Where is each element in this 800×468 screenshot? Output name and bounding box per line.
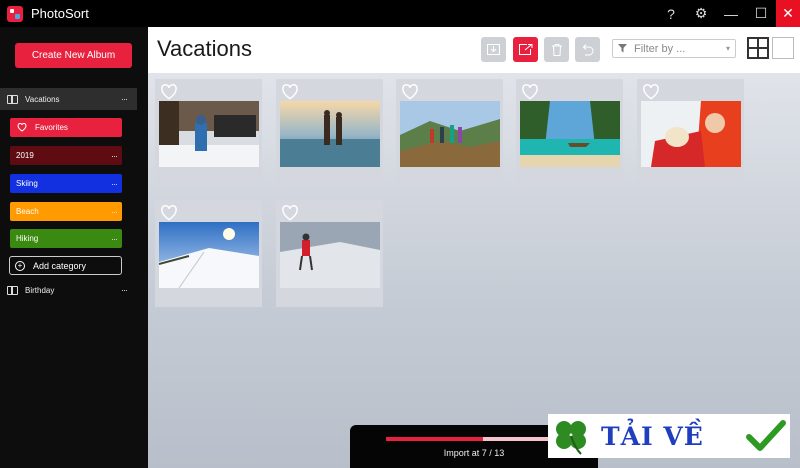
photo-snowy-hill-sun [159,222,259,288]
app-logo-icon [7,5,23,22]
photo-card[interactable] [276,200,383,307]
album-book-icon [7,285,18,295]
heart-icon [17,123,27,132]
category-more-button[interactable]: ··· [111,151,118,161]
photo-card[interactable] [276,79,383,186]
category-favorites[interactable]: Favorites [10,118,122,137]
category-more-button[interactable]: ··· [111,179,118,189]
heart-outline-icon[interactable] [160,205,178,221]
grid-view-button[interactable] [747,37,769,59]
undo-button[interactable] [575,37,600,62]
import-progress-fill [386,437,484,441]
filter-funnel-icon [618,44,627,53]
album-more-button[interactable]: ··· [121,285,128,295]
album-item-birthday[interactable]: Birthday ··· [0,279,137,301]
category-label: Hiking [16,234,39,243]
heart-outline-icon[interactable] [521,84,539,100]
heart-outline-icon[interactable] [401,84,419,100]
photo-card[interactable] [155,79,262,186]
minimize-button[interactable]: — [716,0,746,27]
album-item-vacations[interactable]: Vacations ··· [0,88,137,110]
title-bar: PhotoSort ? ⚙ — ☐ ✕ [0,0,800,27]
photo-card[interactable] [155,200,262,307]
page-title: Vacations [157,36,252,61]
chevron-down-icon: ▾ [725,44,730,53]
album-label: Birthday [25,285,55,295]
category-hiking[interactable]: Hiking ··· [10,229,122,248]
watermark-logo: TẢI VỀ [548,414,790,458]
help-icon[interactable]: ? [656,0,686,27]
trash-icon [551,43,562,56]
photo-card[interactable] [396,79,503,186]
add-category-button[interactable]: + Add category [9,256,122,275]
album-more-button[interactable]: ··· [121,94,128,104]
checkmark-icon [746,420,786,451]
export-button[interactable] [513,37,538,62]
album-header: Vacations Filter by ... ▾ [148,27,800,73]
watermark-text: TẢI VỀ [601,421,704,451]
album-label: Vacations [25,94,60,104]
category-beach[interactable]: Beach ··· [10,202,122,221]
filter-placeholder: Filter by ... [634,42,686,55]
album-book-icon [7,94,18,104]
photo-card[interactable] [516,79,623,186]
import-button[interactable] [481,37,506,62]
maximize-button[interactable]: ☐ [746,0,776,27]
app-title: PhotoSort [31,6,89,21]
heart-outline-icon[interactable] [281,205,299,221]
photo-child-snow-bench [159,101,259,167]
photo-skier-red-jacket [280,222,380,288]
export-icon [518,44,532,55]
category-2019[interactable]: 2019 ··· [10,146,122,165]
close-button[interactable]: ✕ [776,0,800,27]
import-tray-icon [487,44,500,55]
create-new-album-button[interactable]: Create New Album [15,43,132,68]
filter-dropdown[interactable]: Filter by ... ▾ [612,39,736,58]
undo-icon [582,43,594,55]
heart-outline-icon[interactable] [642,84,660,100]
plus-circle-icon: + [15,260,25,271]
category-label: Skiing [16,179,38,188]
settings-gear-icon[interactable]: ⚙ [686,0,716,27]
category-skiing[interactable]: Skiing ··· [10,174,122,193]
category-label: Favorites [35,123,68,132]
category-more-button[interactable]: ··· [111,207,118,217]
add-category-label: Add category [33,260,87,271]
clover-logo-icon [556,421,586,455]
heart-outline-icon[interactable] [281,84,299,100]
main-content: Vacations Filter by ... ▾ [148,27,800,468]
category-label: Beach [16,207,39,216]
photo-woman-dog-snow [641,101,741,167]
delete-button[interactable] [544,37,569,62]
sidebar: Create New Album Vacations ··· Favorites… [0,27,148,468]
photo-card[interactable] [637,79,744,186]
category-more-button[interactable]: ··· [111,234,118,244]
category-label: 2019 [16,151,34,160]
photo-hikers-mountain [400,101,500,167]
photo-couple-beach-sunset [280,101,380,167]
import-progress-bar [386,437,566,441]
heart-outline-icon[interactable] [160,84,178,100]
single-view-button[interactable] [772,37,794,59]
photo-tropical-boat-cliffs [520,101,620,167]
